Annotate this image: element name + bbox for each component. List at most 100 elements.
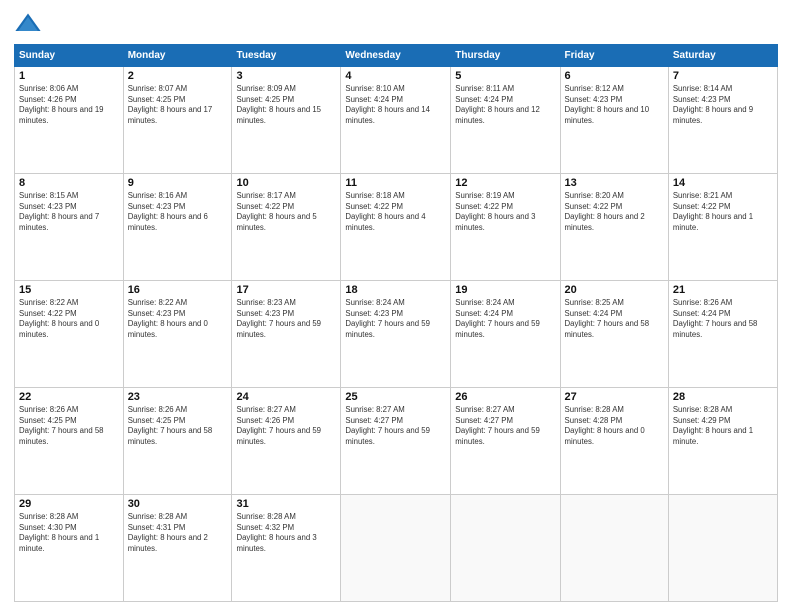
day-number: 1 xyxy=(19,70,119,82)
day-info: Sunrise: 8:22 AMSunset: 4:22 PMDaylight:… xyxy=(19,298,119,340)
day-info: Sunrise: 8:06 AMSunset: 4:26 PMDaylight:… xyxy=(19,84,119,126)
day-cell xyxy=(451,495,560,602)
day-info: Sunrise: 8:28 AMSunset: 4:32 PMDaylight:… xyxy=(236,512,336,554)
day-number: 9 xyxy=(128,177,228,189)
day-cell: 31 Sunrise: 8:28 AMSunset: 4:32 PMDayligh… xyxy=(232,495,341,602)
day-number: 31 xyxy=(236,498,336,510)
day-cell: 13Sunrise: 8:20 AMSunset: 4:22 PMDayligh… xyxy=(560,174,668,281)
day-number: 21 xyxy=(673,284,773,296)
week-row-5: 29 Sunrise: 8:28 AMSunset: 4:30 PMDayligh… xyxy=(15,495,778,602)
day-number: 5 xyxy=(455,70,555,82)
day-cell: 5 Sunrise: 8:11 AMSunset: 4:24 PMDaylight… xyxy=(451,67,560,174)
day-cell: 23 Sunrise: 8:26 AMSunset: 4:25 PMDayligh… xyxy=(123,388,232,495)
day-number: 11 xyxy=(345,177,446,189)
day-cell: 1 Sunrise: 8:06 AMSunset: 4:26 PMDaylight… xyxy=(15,67,124,174)
day-number: 22 xyxy=(19,391,119,403)
day-cell: 21 Sunrise: 8:26 AMSunset: 4:24 PMDayligh… xyxy=(668,281,777,388)
day-info: Sunrise: 8:26 AMSunset: 4:24 PMDaylight:… xyxy=(673,298,773,340)
day-info: Sunrise: 8:26 AMSunset: 4:25 PMDaylight:… xyxy=(128,405,228,447)
page: SundayMondayTuesdayWednesdayThursdayFrid… xyxy=(0,0,792,612)
day-cell: 17 Sunrise: 8:23 AMSunset: 4:23 PMDayligh… xyxy=(232,281,341,388)
day-cell xyxy=(668,495,777,602)
day-info: Sunrise: 8:18 AMSunset: 4:22 PMDaylight:… xyxy=(345,191,446,233)
day-number: 20 xyxy=(565,284,664,296)
day-number: 16 xyxy=(128,284,228,296)
day-info: Sunrise: 8:07 AMSunset: 4:25 PMDaylight:… xyxy=(128,84,228,126)
weekday-tuesday: Tuesday xyxy=(232,45,341,67)
day-cell: 24Sunrise: 8:27 AMSunset: 4:26 PMDayligh… xyxy=(232,388,341,495)
day-info: Sunrise: 8:12 AMSunset: 4:23 PMDaylight:… xyxy=(565,84,664,126)
day-info: Sunrise: 8:21 AMSunset: 4:22 PMDaylight:… xyxy=(673,191,773,233)
day-info: Sunrise: 8:25 AMSunset: 4:24 PMDaylight:… xyxy=(565,298,664,340)
day-info: Sunrise: 8:22 AMSunset: 4:23 PMDaylight:… xyxy=(128,298,228,340)
day-number: 19 xyxy=(455,284,555,296)
day-cell: 22 Sunrise: 8:26 AMSunset: 4:25 PMDayligh… xyxy=(15,388,124,495)
weekday-thursday: Thursday xyxy=(451,45,560,67)
weekday-wednesday: Wednesday xyxy=(341,45,451,67)
day-number: 14 xyxy=(673,177,773,189)
day-number: 12 xyxy=(455,177,555,189)
day-info: Sunrise: 8:09 AMSunset: 4:25 PMDaylight:… xyxy=(236,84,336,126)
logo xyxy=(14,10,46,38)
weekday-header-row: SundayMondayTuesdayWednesdayThursdayFrid… xyxy=(15,45,778,67)
day-cell: 30 Sunrise: 8:28 AMSunset: 4:31 PMDayligh… xyxy=(123,495,232,602)
day-info: Sunrise: 8:28 AMSunset: 4:31 PMDaylight:… xyxy=(128,512,228,554)
day-cell: 16 Sunrise: 8:22 AMSunset: 4:23 PMDayligh… xyxy=(123,281,232,388)
day-number: 15 xyxy=(19,284,119,296)
logo-icon xyxy=(14,10,42,38)
day-number: 10 xyxy=(236,177,336,189)
calendar-table: SundayMondayTuesdayWednesdayThursdayFrid… xyxy=(14,44,778,602)
day-cell: 8 Sunrise: 8:15 AMSunset: 4:23 PMDaylight… xyxy=(15,174,124,281)
weekday-saturday: Saturday xyxy=(668,45,777,67)
day-cell: 3Sunrise: 8:09 AMSunset: 4:25 PMDaylight… xyxy=(232,67,341,174)
day-number: 27 xyxy=(565,391,664,403)
day-cell: 6 Sunrise: 8:12 AMSunset: 4:23 PMDaylight… xyxy=(560,67,668,174)
day-cell: 2 Sunrise: 8:07 AMSunset: 4:25 PMDaylight… xyxy=(123,67,232,174)
day-cell: 27 Sunrise: 8:28 AMSunset: 4:28 PMDayligh… xyxy=(560,388,668,495)
week-row-2: 8 Sunrise: 8:15 AMSunset: 4:23 PMDaylight… xyxy=(15,174,778,281)
day-number: 25 xyxy=(345,391,446,403)
day-cell: 29 Sunrise: 8:28 AMSunset: 4:30 PMDayligh… xyxy=(15,495,124,602)
day-info: Sunrise: 8:28 AMSunset: 4:29 PMDaylight:… xyxy=(673,405,773,447)
day-info: Sunrise: 8:14 AMSunset: 4:23 PMDaylight:… xyxy=(673,84,773,126)
day-number: 7 xyxy=(673,70,773,82)
day-info: Sunrise: 8:28 AMSunset: 4:28 PMDaylight:… xyxy=(565,405,664,447)
day-number: 17 xyxy=(236,284,336,296)
day-number: 23 xyxy=(128,391,228,403)
day-cell: 26Sunrise: 8:27 AMSunset: 4:27 PMDayligh… xyxy=(451,388,560,495)
day-info: Sunrise: 8:23 AMSunset: 4:23 PMDaylight:… xyxy=(236,298,336,340)
day-number: 24 xyxy=(236,391,336,403)
day-info: Sunrise: 8:19 AMSunset: 4:22 PMDaylight:… xyxy=(455,191,555,233)
calendar-header: SundayMondayTuesdayWednesdayThursdayFrid… xyxy=(15,45,778,67)
day-number: 2 xyxy=(128,70,228,82)
day-info: Sunrise: 8:27 AMSunset: 4:27 PMDaylight:… xyxy=(345,405,446,447)
weekday-monday: Monday xyxy=(123,45,232,67)
day-number: 30 xyxy=(128,498,228,510)
day-cell: 28Sunrise: 8:28 AMSunset: 4:29 PMDayligh… xyxy=(668,388,777,495)
day-number: 6 xyxy=(565,70,664,82)
day-cell: 15 Sunrise: 8:22 AMSunset: 4:22 PMDayligh… xyxy=(15,281,124,388)
day-cell: 9Sunrise: 8:16 AMSunset: 4:23 PMDaylight… xyxy=(123,174,232,281)
day-cell: 11 Sunrise: 8:18 AMSunset: 4:22 PMDayligh… xyxy=(341,174,451,281)
day-number: 29 xyxy=(19,498,119,510)
day-info: Sunrise: 8:15 AMSunset: 4:23 PMDaylight:… xyxy=(19,191,119,233)
day-info: Sunrise: 8:17 AMSunset: 4:22 PMDaylight:… xyxy=(236,191,336,233)
day-info: Sunrise: 8:10 AMSunset: 4:24 PMDaylight:… xyxy=(345,84,446,126)
day-info: Sunrise: 8:26 AMSunset: 4:25 PMDaylight:… xyxy=(19,405,119,447)
day-number: 26 xyxy=(455,391,555,403)
day-info: Sunrise: 8:24 AMSunset: 4:23 PMDaylight:… xyxy=(345,298,446,340)
calendar-body: 1 Sunrise: 8:06 AMSunset: 4:26 PMDaylight… xyxy=(15,67,778,602)
day-info: Sunrise: 8:11 AMSunset: 4:24 PMDaylight:… xyxy=(455,84,555,126)
weekday-friday: Friday xyxy=(560,45,668,67)
day-cell xyxy=(341,495,451,602)
day-number: 8 xyxy=(19,177,119,189)
day-cell: 19 Sunrise: 8:24 AMSunset: 4:24 PMDayligh… xyxy=(451,281,560,388)
day-info: Sunrise: 8:28 AMSunset: 4:30 PMDaylight:… xyxy=(19,512,119,554)
day-number: 18 xyxy=(345,284,446,296)
day-cell: 25 Sunrise: 8:27 AMSunset: 4:27 PMDayligh… xyxy=(341,388,451,495)
day-number: 4 xyxy=(345,70,446,82)
week-row-3: 15 Sunrise: 8:22 AMSunset: 4:22 PMDayligh… xyxy=(15,281,778,388)
day-info: Sunrise: 8:20 AMSunset: 4:22 PMDaylight:… xyxy=(565,191,664,233)
day-cell: 10 Sunrise: 8:17 AMSunset: 4:22 PMDayligh… xyxy=(232,174,341,281)
day-info: Sunrise: 8:24 AMSunset: 4:24 PMDaylight:… xyxy=(455,298,555,340)
